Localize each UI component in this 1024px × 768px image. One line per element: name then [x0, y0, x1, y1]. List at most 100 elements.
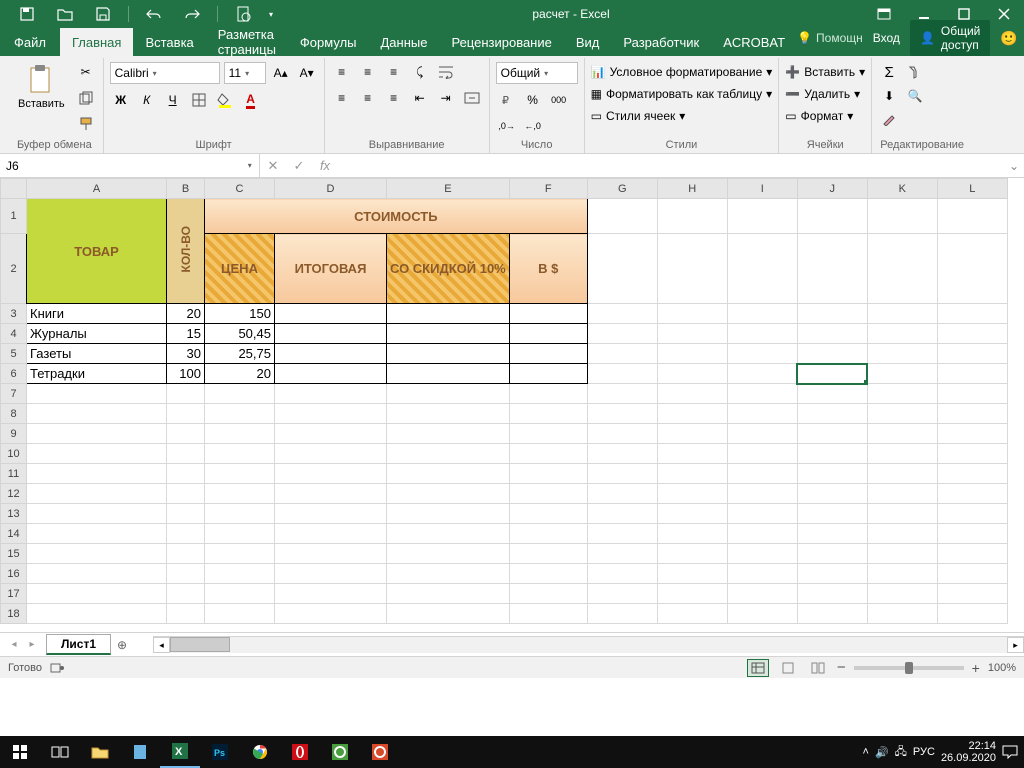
select-all-corner[interactable]: [1, 179, 27, 199]
fx-icon[interactable]: fx: [312, 158, 338, 173]
cell-D5[interactable]: [275, 344, 387, 364]
format-painter-icon[interactable]: [75, 114, 97, 134]
zoom-out-icon[interactable]: −: [837, 659, 846, 676]
chrome-icon[interactable]: [240, 736, 280, 768]
cell-L8[interactable]: [937, 404, 1007, 424]
cell-C2[interactable]: ЦЕНА: [205, 234, 275, 304]
cell-F14[interactable]: [509, 524, 587, 544]
cell-D3[interactable]: [275, 304, 387, 324]
col-head-K[interactable]: K: [867, 179, 937, 199]
cell-G5[interactable]: [587, 344, 657, 364]
enter-formula-icon[interactable]: ✓: [286, 158, 312, 174]
grid[interactable]: ABCDEFGHIJKL1ТОВАРКОЛ-ВОСТОИМОСТЬ2ЦЕНАИТ…: [0, 178, 1024, 632]
cell-L1[interactable]: [937, 199, 1007, 234]
cell-A13[interactable]: [27, 504, 167, 524]
cell-B3[interactable]: 20: [167, 304, 205, 324]
cell-C7[interactable]: [205, 384, 275, 404]
cell-K2[interactable]: [867, 234, 937, 304]
cell-L7[interactable]: [937, 384, 1007, 404]
cell-G6[interactable]: [587, 364, 657, 384]
cell-A1[interactable]: ТОВАР: [27, 199, 167, 304]
cell-D13[interactable]: [275, 504, 387, 524]
cell-B14[interactable]: [167, 524, 205, 544]
cell-H7[interactable]: [657, 384, 727, 404]
task-view-icon[interactable]: [40, 736, 80, 768]
row-head-5[interactable]: 5: [1, 344, 27, 364]
cell-J11[interactable]: [797, 464, 867, 484]
tab-review[interactable]: Рецензирование: [439, 28, 563, 56]
cell-C18[interactable]: [205, 604, 275, 624]
row-head-16[interactable]: 16: [1, 564, 27, 584]
cell-B8[interactable]: [167, 404, 205, 424]
row-head-14[interactable]: 14: [1, 524, 27, 544]
cell-H4[interactable]: [657, 324, 727, 344]
cell-A3[interactable]: Книги: [27, 304, 167, 324]
open-icon[interactable]: [48, 0, 82, 28]
cell-G10[interactable]: [587, 444, 657, 464]
undo-icon[interactable]: [137, 0, 171, 28]
zoom-in-icon[interactable]: +: [972, 660, 980, 676]
col-head-H[interactable]: H: [657, 179, 727, 199]
cell-C1[interactable]: СТОИМОСТЬ: [205, 199, 588, 234]
cell-B4[interactable]: 15: [167, 324, 205, 344]
cell-D17[interactable]: [275, 584, 387, 604]
cell-H17[interactable]: [657, 584, 727, 604]
col-head-L[interactable]: L: [937, 179, 1007, 199]
tab-pagelayout[interactable]: Разметка страницы: [206, 28, 288, 56]
cell-H8[interactable]: [657, 404, 727, 424]
cell-J18[interactable]: [797, 604, 867, 624]
cell-K7[interactable]: [867, 384, 937, 404]
cell-F3[interactable]: [509, 304, 587, 324]
cell-J1[interactable]: [797, 199, 867, 234]
cell-B7[interactable]: [167, 384, 205, 404]
cell-B16[interactable]: [167, 564, 205, 584]
cell-A16[interactable]: [27, 564, 167, 584]
cell-D2[interactable]: ИТОГОВАЯ: [275, 234, 387, 304]
cell-J7[interactable]: [797, 384, 867, 404]
cell-styles-button[interactable]: ▭ Стили ячеек ▾: [591, 106, 686, 126]
row-head-6[interactable]: 6: [1, 364, 27, 384]
cell-D15[interactable]: [275, 544, 387, 564]
sheet-nav-first-icon[interactable]: ◂: [6, 639, 22, 650]
cell-J2[interactable]: [797, 234, 867, 304]
italic-button[interactable]: К: [136, 90, 158, 110]
col-head-J[interactable]: J: [797, 179, 867, 199]
cell-A12[interactable]: [27, 484, 167, 504]
tell-me[interactable]: 💡 Помощн: [797, 31, 863, 45]
network-icon[interactable]: 🖧: [895, 743, 907, 762]
cell-F12[interactable]: [509, 484, 587, 504]
format-cells-button[interactable]: ▭ Формат ▾: [785, 106, 853, 126]
col-head-F[interactable]: F: [509, 179, 587, 199]
tab-view[interactable]: Вид: [564, 28, 612, 56]
cell-F15[interactable]: [509, 544, 587, 564]
row-head-13[interactable]: 13: [1, 504, 27, 524]
cell-F18[interactable]: [509, 604, 587, 624]
cell-F5[interactable]: [509, 344, 587, 364]
row-head-2[interactable]: 2: [1, 234, 27, 304]
cell-A11[interactable]: [27, 464, 167, 484]
cell-J9[interactable]: [797, 424, 867, 444]
start-icon[interactable]: [0, 736, 40, 768]
cell-I10[interactable]: [727, 444, 797, 464]
cell-L15[interactable]: [937, 544, 1007, 564]
cell-E8[interactable]: [387, 404, 510, 424]
cell-H9[interactable]: [657, 424, 727, 444]
cell-G14[interactable]: [587, 524, 657, 544]
cell-G16[interactable]: [587, 564, 657, 584]
cell-D4[interactable]: [275, 324, 387, 344]
cell-F16[interactable]: [509, 564, 587, 584]
cell-B13[interactable]: [167, 504, 205, 524]
tab-developer[interactable]: Разработчик: [611, 28, 711, 56]
font-name-combo[interactable]: Calibri▾: [110, 62, 220, 84]
cell-I12[interactable]: [727, 484, 797, 504]
cell-E4[interactable]: [387, 324, 510, 344]
share-button[interactable]: 👤 Общий доступ: [910, 20, 990, 56]
cell-J8[interactable]: [797, 404, 867, 424]
cell-D10[interactable]: [275, 444, 387, 464]
col-head-A[interactable]: A: [27, 179, 167, 199]
cell-D9[interactable]: [275, 424, 387, 444]
merge-icon[interactable]: [461, 88, 483, 108]
conditional-formatting-button[interactable]: 📊 Условное форматирование ▾: [591, 62, 773, 82]
cell-C13[interactable]: [205, 504, 275, 524]
cell-L18[interactable]: [937, 604, 1007, 624]
